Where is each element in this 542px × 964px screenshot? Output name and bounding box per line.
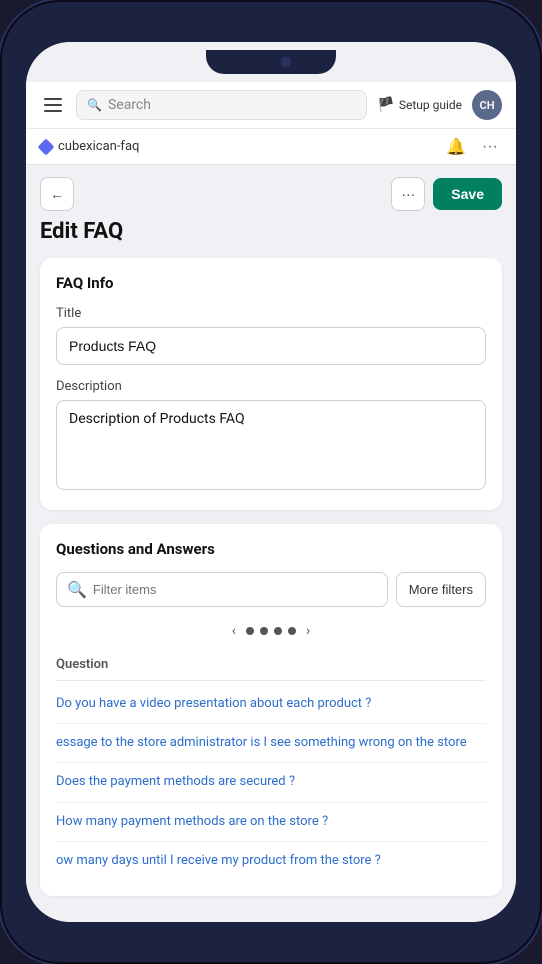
tab-bar: cubexican-faq 🔔 ···: [26, 129, 516, 165]
faq-info-card-title: FAQ Info: [56, 274, 486, 292]
prev-page-button[interactable]: ‹: [228, 621, 240, 641]
tab-label: cubexican-faq: [58, 139, 139, 154]
description-field-label: Description: [56, 379, 486, 394]
setup-guide-label: Setup guide: [399, 98, 462, 112]
flag-icon: 🏴: [377, 97, 394, 113]
toolbar: ← ··· Save: [40, 165, 502, 219]
page-dot-3: [274, 627, 282, 635]
questions-answers-card: Questions and Answers 🔍 More filters ‹: [40, 524, 502, 896]
question-item-2[interactable]: Does the payment methods are secured ?: [56, 763, 486, 802]
content-area: ← ··· Save Edit FAQ FAQ Info Title Descr…: [26, 165, 516, 922]
hamburger-line-1: [44, 98, 62, 100]
more-options-button[interactable]: ···: [391, 177, 425, 211]
page-dot-2: [260, 627, 268, 635]
pagination-row: ‹ ›: [56, 621, 486, 641]
tab-item-faq[interactable]: cubexican-faq: [40, 129, 139, 164]
table-header: Question: [56, 651, 486, 681]
hamburger-line-2: [44, 104, 62, 106]
description-textarea[interactable]: Description of Products FAQ: [56, 400, 486, 490]
question-item-1[interactable]: essage to the store administrator is I s…: [56, 724, 486, 763]
tab-diamond-icon: [38, 138, 55, 155]
filter-input[interactable]: [93, 582, 377, 597]
page-title: Edit FAQ: [40, 219, 502, 244]
avatar[interactable]: CH: [472, 90, 502, 120]
next-page-button[interactable]: ›: [302, 621, 314, 641]
filter-search-icon: 🔍: [67, 580, 87, 599]
search-input[interactable]: Search: [108, 97, 356, 113]
search-icon: 🔍: [87, 98, 102, 112]
question-item-4[interactable]: ow many days until I receive my product …: [56, 842, 486, 880]
filter-row: 🔍 More filters: [56, 572, 486, 607]
notch-area: [26, 42, 516, 82]
top-nav: 🔍 Search 🏴 Setup guide CH: [26, 82, 516, 129]
questions-card-title: Questions and Answers: [56, 540, 486, 558]
search-bar[interactable]: 🔍 Search: [76, 90, 367, 120]
save-button[interactable]: Save: [433, 178, 502, 210]
camera-dot: [281, 57, 291, 67]
question-item-0[interactable]: Do you have a video presentation about e…: [56, 685, 486, 724]
bell-button[interactable]: 🔔: [442, 133, 470, 161]
page-dot-1: [246, 627, 254, 635]
more-filters-button[interactable]: More filters: [396, 572, 486, 607]
page-dot-4: [288, 627, 296, 635]
title-field-label: Title: [56, 306, 486, 321]
question-item-3[interactable]: How many payment methods are on the stor…: [56, 803, 486, 842]
tab-actions: 🔔 ···: [442, 133, 502, 161]
hamburger-line-3: [44, 110, 62, 112]
phone-frame: 🔍 Search 🏴 Setup guide CH cubexican-faq …: [0, 0, 542, 964]
hamburger-button[interactable]: [40, 94, 66, 116]
filter-input-wrap[interactable]: 🔍: [56, 572, 388, 607]
back-button[interactable]: ←: [40, 177, 74, 211]
setup-guide-button[interactable]: 🏴 Setup guide: [377, 97, 462, 113]
questions-list: Do you have a video presentation about e…: [56, 685, 486, 880]
phone-screen: 🔍 Search 🏴 Setup guide CH cubexican-faq …: [26, 42, 516, 922]
faq-info-card: FAQ Info Title Description Description o…: [40, 258, 502, 510]
notch: [206, 50, 336, 74]
title-input[interactable]: [56, 327, 486, 365]
tab-more-button[interactable]: ···: [478, 134, 502, 160]
